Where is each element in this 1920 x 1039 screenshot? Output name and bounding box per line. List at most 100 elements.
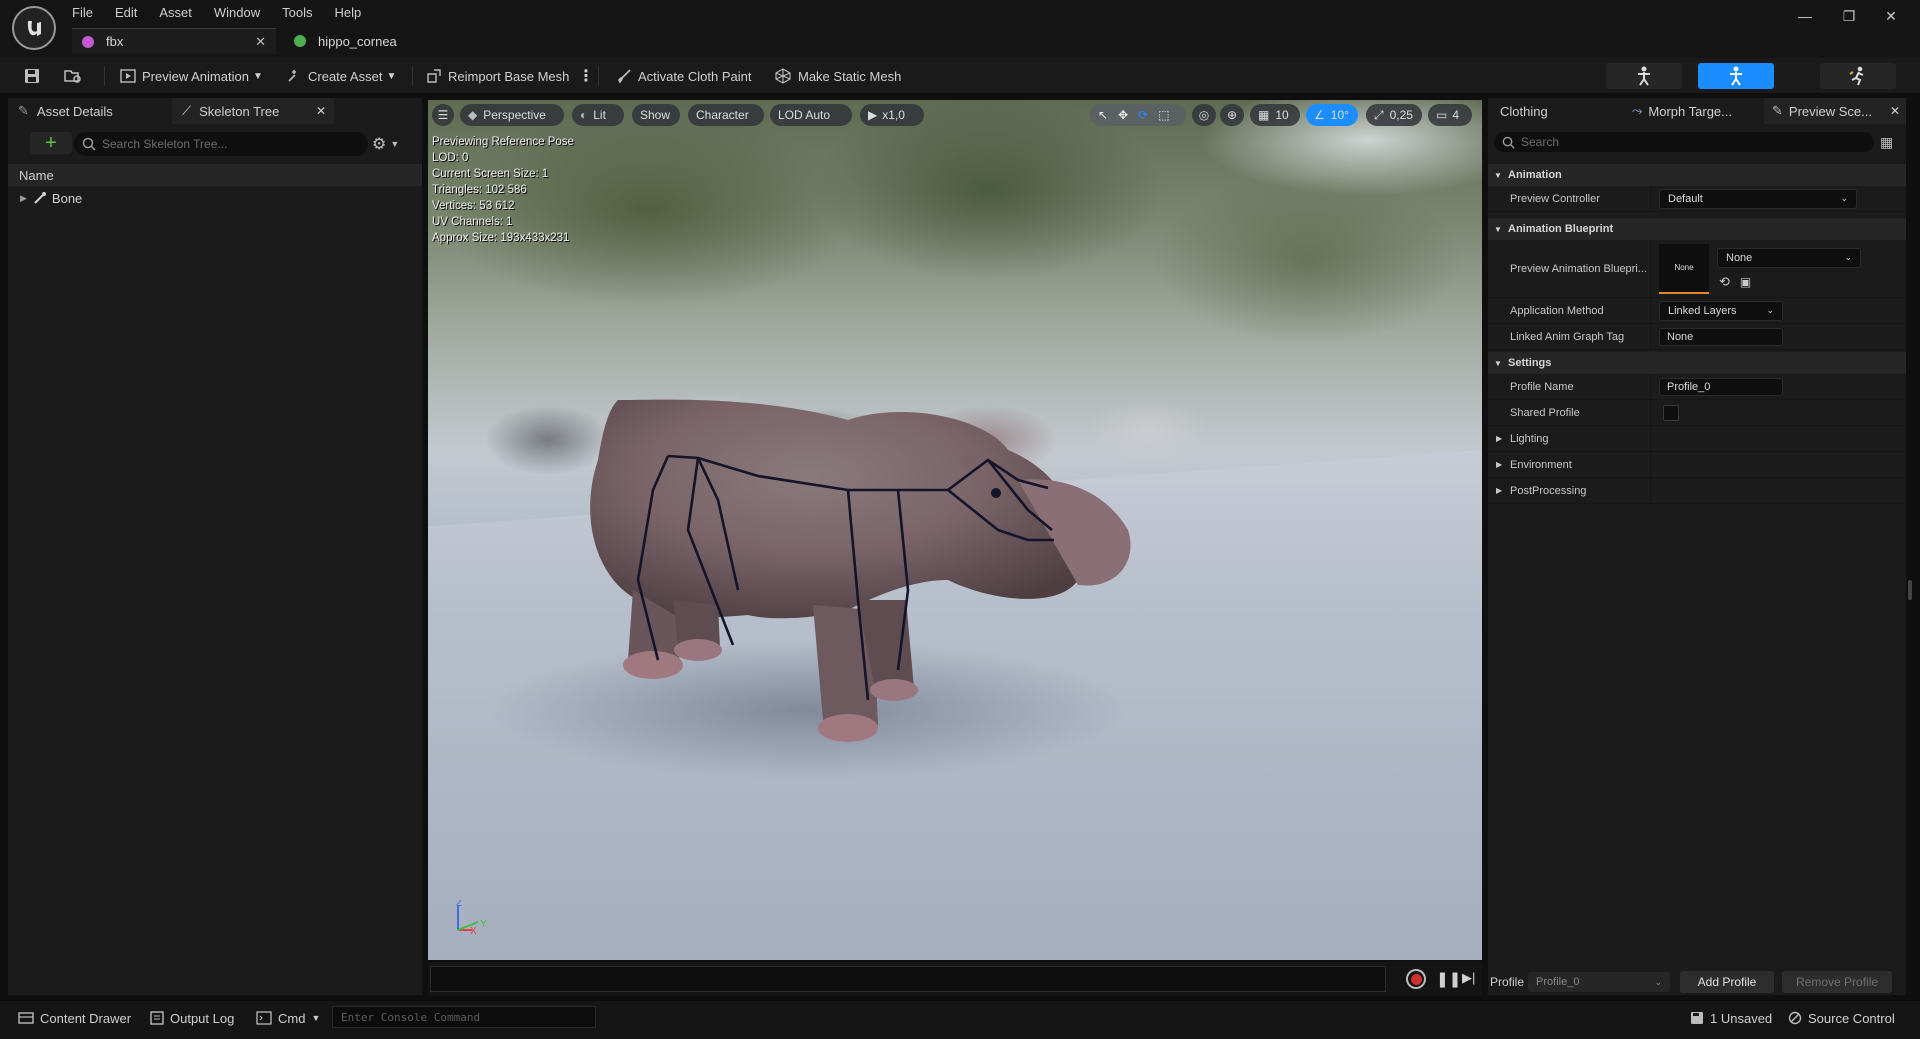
application-method-dropdown[interactable]: Linked Layers ⌄ xyxy=(1659,300,1783,321)
column-header-name[interactable]: Name xyxy=(8,164,422,186)
menu-asset[interactable]: Asset xyxy=(159,5,192,20)
prop-environment[interactable]: ▶ Environment xyxy=(1488,452,1906,478)
remove-profile-button[interactable]: Remove Profile xyxy=(1782,971,1893,993)
section-settings[interactable]: ▼ Settings xyxy=(1488,352,1906,374)
add-socket-button[interactable]: + xyxy=(30,132,72,154)
asset-thumbnail[interactable]: None xyxy=(1659,243,1709,294)
rotate-icon[interactable]: ⟳ xyxy=(1138,108,1148,122)
rotation-snap-button[interactable]: ∠ 10° xyxy=(1306,104,1358,126)
save-button[interactable] xyxy=(24,58,46,94)
section-animation[interactable]: ▼ Animation xyxy=(1488,164,1906,186)
pause-button[interactable]: ❚❚ xyxy=(1436,970,1461,988)
use-selected-icon[interactable]: ⟲ xyxy=(1719,274,1730,290)
minimize-button[interactable]: — xyxy=(1790,6,1820,26)
lod-button[interactable]: LOD Auto xyxy=(770,104,852,126)
column-divider xyxy=(1650,374,1651,399)
select-icon[interactable]: ↖ xyxy=(1098,108,1108,122)
menu-help[interactable]: Help xyxy=(334,5,361,20)
skeleton-search-input[interactable]: Search Skeleton Tree... xyxy=(74,132,368,156)
document-tab-fbx[interactable]: fbx ✕ xyxy=(72,28,276,54)
close-tab-icon[interactable]: ✕ xyxy=(316,104,326,118)
scale-icon[interactable]: ⬚ xyxy=(1158,108,1169,122)
unsaved-button[interactable]: 1 Unsaved xyxy=(1690,1007,1772,1029)
restore-button[interactable]: ❐ xyxy=(1834,6,1864,26)
scale-snap-button[interactable]: ⤢ 0,25 xyxy=(1366,104,1422,126)
property-matrix-icon[interactable]: ▦ xyxy=(1880,134,1893,151)
source-control-button[interactable]: Source Control xyxy=(1788,1007,1895,1029)
make-static-mesh-button[interactable]: Make Static Mesh xyxy=(774,58,901,94)
reimport-base-mesh-button[interactable]: Reimport Base Mesh xyxy=(426,58,569,94)
create-asset-button[interactable]: Create Asset ▼ xyxy=(286,58,396,94)
column-divider xyxy=(1650,400,1651,425)
content-drawer-button[interactable]: Content Drawer xyxy=(18,1007,131,1029)
prop-preview-animation-blueprint: Preview Animation Bluepri... None None ⌄… xyxy=(1488,240,1906,298)
console-command-input[interactable]: Enter Console Command xyxy=(332,1006,596,1028)
animation-mode-button[interactable] xyxy=(1820,63,1896,89)
tab-clothing[interactable]: Clothing xyxy=(1488,98,1608,124)
close-tab-icon[interactable]: ✕ xyxy=(1890,104,1900,118)
output-log-button[interactable]: Output Log xyxy=(150,1007,234,1029)
step-forward-button[interactable]: ▶| xyxy=(1462,970,1475,986)
details-search-input[interactable]: Search xyxy=(1494,132,1874,152)
camera-speed-button[interactable]: ▭ 4 xyxy=(1428,104,1472,126)
tab-morph-targets[interactable]: ⤳ Morph Targe... xyxy=(1624,98,1754,124)
scrollbar-thumb[interactable] xyxy=(1908,580,1912,600)
content-drawer-icon xyxy=(18,1012,34,1024)
menu-bar: File Edit Asset Window Tools Help xyxy=(72,2,383,22)
add-profile-button[interactable]: Add Profile xyxy=(1680,971,1775,993)
perspective-button[interactable]: ◆ Perspective xyxy=(460,104,564,126)
grid-snap-button[interactable]: ▦ 10 xyxy=(1250,104,1300,126)
profile-name-input[interactable]: Profile_0 xyxy=(1659,377,1783,396)
viewport-options-button[interactable]: ☰ xyxy=(432,104,454,126)
record-button[interactable] xyxy=(1406,969,1426,989)
character-button[interactable]: Character xyxy=(688,104,764,126)
world-local-toggle[interactable]: ◎ xyxy=(1192,104,1216,126)
preview-viewport[interactable]: ☰ ◆ Perspective ◐ Lit Show Character LOD… xyxy=(428,100,1482,960)
linked-anim-tag-input[interactable]: None xyxy=(1659,327,1783,346)
tab-skeleton-tree[interactable]: ⟋ Skeleton Tree ✕ xyxy=(172,98,334,124)
prop-lighting[interactable]: ▶ Lighting xyxy=(1488,426,1906,452)
menu-tools[interactable]: Tools xyxy=(282,5,312,20)
prop-postprocessing[interactable]: ▶ PostProcessing xyxy=(1488,478,1906,504)
toolbar-divider xyxy=(598,66,599,86)
anim-blueprint-dropdown[interactable]: None ⌄ xyxy=(1717,247,1861,268)
tab-label: fbx xyxy=(106,34,124,49)
search-icon xyxy=(82,137,96,151)
stats-line: LOD: 0 xyxy=(432,152,469,164)
activate-cloth-paint-button[interactable]: Activate Cloth Paint xyxy=(616,58,751,94)
more-options-icon[interactable]: ⋮ xyxy=(578,58,594,94)
translate-icon[interactable]: ✥ xyxy=(1118,108,1128,122)
cmd-selector[interactable]: Cmd ▼ xyxy=(256,1007,320,1029)
document-tab-hippo-cornea[interactable]: hippo_cornea xyxy=(284,28,444,54)
section-animation-blueprint[interactable]: ▼ Animation Blueprint xyxy=(1488,218,1906,240)
menu-window[interactable]: Window xyxy=(214,5,260,20)
close-tab-icon[interactable]: ✕ xyxy=(255,34,266,50)
preview-controller-dropdown[interactable]: Default ⌄ xyxy=(1659,188,1857,209)
profile-dropdown[interactable]: Profile_0 ⌄ xyxy=(1528,972,1671,992)
chevron-down-icon: ▼ xyxy=(311,1013,321,1023)
tab-preview-scene-settings[interactable]: ✎ Preview Sce... ✕ xyxy=(1764,98,1906,124)
create-asset-icon xyxy=(288,70,296,82)
expand-arrow-icon[interactable]: ▶ xyxy=(20,193,27,204)
browse-asset-button[interactable] xyxy=(64,58,88,94)
chevron-down-icon: ⌄ xyxy=(1844,252,1852,262)
globe-icon: ◎ xyxy=(1198,108,1210,122)
unreal-logo-icon[interactable] xyxy=(12,6,56,50)
skeleton-settings-button[interactable]: ⚙ ▼ xyxy=(372,134,399,154)
timeline-scrubber[interactable] xyxy=(430,966,1386,992)
tab-asset-details[interactable]: ✎ Asset Details xyxy=(8,98,170,124)
skeletal-mesh-mode-button[interactable] xyxy=(1698,63,1774,89)
menu-edit[interactable]: Edit xyxy=(115,5,137,20)
menu-file[interactable]: File xyxy=(72,5,93,20)
browse-icon[interactable]: ▣ xyxy=(1740,275,1751,289)
skeleton-mode-button[interactable] xyxy=(1606,63,1682,89)
tree-row-bone[interactable]: ▶ Bone xyxy=(8,188,422,208)
lit-mode-button[interactable]: ◐ Lit xyxy=(572,104,624,126)
brush-icon xyxy=(618,69,631,84)
preview-animation-button[interactable]: Preview Animation ▼ xyxy=(120,58,263,94)
show-button[interactable]: Show xyxy=(632,104,680,126)
shared-profile-checkbox[interactable] xyxy=(1663,404,1679,421)
surface-snap-toggle[interactable]: ⊕ xyxy=(1220,104,1244,126)
play-speed-button[interactable]: ▶ x1,0 xyxy=(860,104,924,126)
close-window-button[interactable]: ✕ xyxy=(1876,6,1906,26)
